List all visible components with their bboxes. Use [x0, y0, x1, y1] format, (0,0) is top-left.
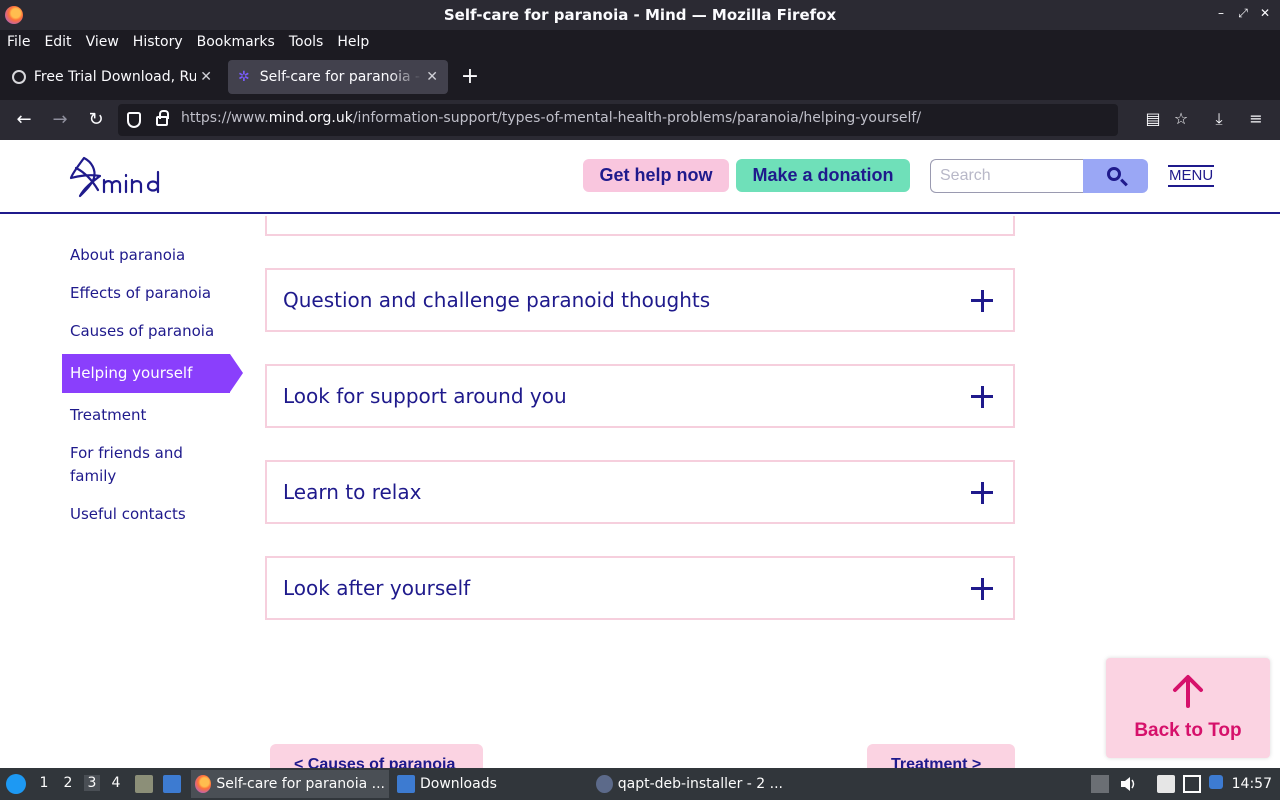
page-content: About paranoia Effects of paranoia Cause…: [0, 216, 1280, 768]
close-window-button[interactable]: ✕: [1258, 6, 1272, 21]
workspace-3[interactable]: 3: [84, 775, 100, 791]
minimize-button[interactable]: –: [1214, 6, 1228, 21]
installer-icon: [596, 775, 613, 793]
tab-label: Free Trial Download, Run: [33, 69, 197, 85]
tab-strip: Free Trial Download, Run ✕ ✲ Self-care f…: [0, 54, 1280, 100]
tab-self-care[interactable]: ✲ Self-care for paranoia - Mind ✕: [228, 60, 448, 94]
menu-view[interactable]: View: [79, 30, 126, 54]
taskbar-task-downloads[interactable]: Downloads: [393, 770, 583, 798]
menu-file[interactable]: File: [0, 30, 37, 54]
site-header: Get help now Make a donation Search MENU: [0, 140, 1280, 214]
menu-history[interactable]: History: [126, 30, 190, 54]
workspace-2[interactable]: 2: [60, 775, 76, 791]
make-donation-button[interactable]: Make a donation: [736, 159, 910, 192]
accordion-title: Learn to relax: [283, 480, 422, 504]
sidenav-causes-of-paranoia[interactable]: Causes of paranoia: [62, 320, 242, 343]
menu-button[interactable]: MENU: [1168, 165, 1215, 187]
accordion-item-partial[interactable]: [265, 216, 1015, 236]
close-tab-icon[interactable]: ✕: [198, 69, 214, 85]
notification-icon[interactable]: [1209, 775, 1223, 789]
downloads-icon[interactable]: ⤓: [1208, 108, 1230, 130]
section-sidenav: About paranoia Effects of paranoia Cause…: [62, 244, 243, 541]
start-menu-icon[interactable]: [6, 774, 26, 794]
volume-icon[interactable]: [1119, 775, 1137, 793]
sidenav-for-friends-family[interactable]: For friends and family: [62, 442, 212, 488]
accordion-item[interactable]: Look for support around you: [265, 364, 1015, 428]
tray-updates-icon[interactable]: [1091, 775, 1109, 793]
navigation-toolbar: ← → ↻ https://www.mind.org.uk/informatio…: [0, 100, 1280, 140]
window-title: Self-care for paranoia - Mind — Mozilla …: [443, 6, 837, 24]
expand-plus-icon: [971, 290, 993, 312]
search-input[interactable]: Search: [930, 159, 1084, 193]
taskbar-task-qapt[interactable]: qapt-deb-installer - 2 ...: [592, 770, 787, 798]
sidenav-for-friends-and-family[interactable]: Treatment: [62, 404, 222, 427]
expand-plus-icon: [971, 386, 993, 408]
accordion-item[interactable]: Learn to relax: [265, 460, 1015, 524]
firefox-icon: [195, 775, 212, 793]
folder-icon: [397, 775, 415, 793]
system-taskbar: 1 2 3 4 Self-care for paranoia ... Downl…: [0, 768, 1280, 800]
expand-plus-icon: [971, 482, 993, 504]
task-label: Self-care for paranoia ...: [216, 776, 385, 792]
clipboard-icon[interactable]: [1157, 775, 1175, 793]
back-to-top-button[interactable]: Back to Top: [1106, 658, 1270, 758]
close-tab-icon[interactable]: ✕: [424, 69, 440, 85]
forward-button[interactable]: →: [48, 108, 72, 132]
file-manager-launcher-icon[interactable]: [135, 775, 153, 793]
search-icon: [1107, 167, 1121, 181]
menu-help[interactable]: Help: [330, 30, 376, 54]
taskbar-task-firefox[interactable]: Self-care for paranoia ...: [191, 770, 389, 798]
workspace-1[interactable]: 1: [36, 775, 52, 791]
url-text[interactable]: https://www.mind.org.uk/information-supp…: [181, 110, 921, 126]
reader-view-icon[interactable]: ▤: [1142, 108, 1164, 130]
app-menu-icon[interactable]: ≡: [1245, 108, 1267, 130]
accordion-item[interactable]: Look after yourself: [265, 556, 1015, 620]
sidenav-useful-contacts[interactable]: Useful contacts: [62, 503, 242, 526]
bookmark-star-icon[interactable]: ☆: [1170, 108, 1192, 130]
search-button[interactable]: [1083, 159, 1148, 193]
clock[interactable]: 14:57: [1232, 776, 1272, 792]
sidenav-about-paranoia[interactable]: About paranoia: [62, 244, 242, 267]
expand-plus-icon: [971, 578, 993, 600]
back-button[interactable]: ←: [12, 108, 36, 132]
maximize-button[interactable]: ⤢: [1236, 6, 1250, 21]
menubar: File Edit View History Bookmarks Tools H…: [0, 30, 1280, 54]
menu-tools[interactable]: Tools: [282, 30, 331, 54]
sidenav-effects-of-paranoia[interactable]: Effects of paranoia: [62, 282, 242, 305]
window-controls: – ⤢ ✕: [1214, 6, 1272, 21]
tab-label: Self-care for paranoia - Mind: [259, 69, 422, 85]
arrow-up-icon: [1173, 675, 1203, 708]
accordion-title: Look for support around you: [283, 384, 567, 408]
reload-button[interactable]: ↻: [84, 108, 108, 132]
back-to-top-label: Back to Top: [1134, 720, 1242, 741]
task-label: Downloads: [420, 776, 497, 792]
task-label: qapt-deb-installer - 2 ...: [617, 776, 783, 792]
menu-edit[interactable]: Edit: [37, 30, 78, 54]
next-page-link[interactable]: Treatment >: [867, 744, 1015, 768]
sidenav-helping-yourself[interactable]: Helping yourself: [62, 354, 243, 393]
mind-logo[interactable]: [68, 154, 173, 200]
get-help-now-button[interactable]: Get help now: [583, 159, 729, 192]
new-tab-button[interactable]: +: [459, 64, 481, 90]
firefox-logo-icon: [5, 6, 23, 24]
previous-page-link[interactable]: < Causes of paranoia: [270, 744, 483, 768]
gear-icon: [12, 70, 26, 84]
desktop-launcher-icon[interactable]: [163, 775, 181, 793]
accordion-title: Question and challenge paranoid thoughts: [283, 288, 711, 312]
workspace-4[interactable]: 4: [108, 775, 124, 791]
menu-bookmarks[interactable]: Bookmarks: [190, 30, 282, 54]
tracking-protection-shield-icon[interactable]: [127, 112, 141, 128]
network-icon[interactable]: [1183, 775, 1201, 793]
lock-icon[interactable]: [156, 110, 169, 126]
accordion-title: Look after yourself: [283, 576, 471, 600]
tab-free-trial[interactable]: Free Trial Download, Run ✕: [4, 60, 222, 94]
accordion-item[interactable]: Question and challenge paranoid thoughts: [265, 268, 1015, 332]
url-bar[interactable]: https://www.mind.org.uk/information-supp…: [118, 104, 1118, 136]
window-titlebar: Self-care for paranoia - Mind — Mozilla …: [0, 0, 1280, 30]
mind-favicon-icon: ✲: [238, 69, 250, 85]
